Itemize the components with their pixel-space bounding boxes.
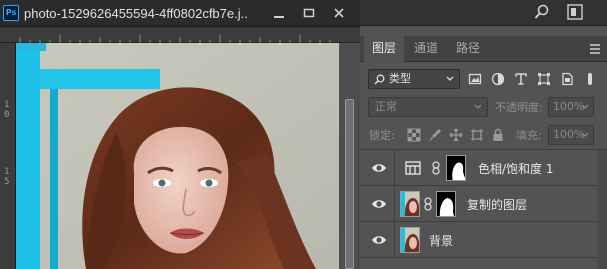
ruler-mark: 1 (4, 167, 10, 177)
layers-scrollbar[interactable] (598, 150, 607, 269)
minimize-icon (274, 16, 284, 18)
workspace-icon[interactable] (566, 3, 584, 21)
layers-panel: 图层 通道 路径 类型 正常 不透明度: 100% 锁定: 填充: 100% 色… (360, 26, 607, 269)
tab-channels[interactable]: 通道 (406, 36, 446, 62)
eye-icon[interactable] (371, 232, 387, 248)
ruler-mark: 5 (4, 177, 10, 187)
filter-toggle-icon[interactable] (586, 72, 594, 86)
panel-menu-icon[interactable] (589, 43, 601, 55)
lock-label: 锁定: (369, 129, 395, 142)
tab-layers[interactable]: 图层 (364, 36, 405, 63)
close-button[interactable] (324, 0, 354, 27)
blend-row: 正常 不透明度: 100% (360, 97, 607, 117)
search-icon (374, 74, 385, 85)
ruler-mark: 0 (4, 110, 10, 120)
canvas-vertical-scrollbar[interactable] (339, 43, 360, 269)
link-chain-icon[interactable] (424, 197, 432, 211)
layer-row[interactable]: 复制的图层 (360, 186, 607, 222)
lock-position-icon[interactable] (449, 128, 463, 142)
layer-thumbnail[interactable] (400, 191, 420, 217)
layer-thumbnail[interactable] (400, 227, 420, 253)
lock-transparent-pixels-icon[interactable] (407, 128, 421, 142)
horizontal-ruler[interactable] (0, 27, 360, 43)
document-window: Ps photo-1529626455594-4ff0802cfb7e.j...… (0, 0, 360, 269)
blend-mode-value: 正常 (375, 100, 397, 113)
eye-icon[interactable] (371, 196, 387, 212)
search-icon[interactable] (534, 4, 550, 20)
lock-image-pixels-icon[interactable] (428, 128, 442, 142)
options-bar-right (360, 0, 607, 26)
lock-all-icon[interactable] (491, 128, 505, 142)
lock-artboard-icon[interactable] (470, 128, 484, 142)
layer-filter-row: 类型 (360, 69, 607, 89)
shape-filter-icon[interactable] (537, 72, 551, 86)
opacity-label: 不透明度: (495, 101, 543, 114)
minimize-button[interactable] (264, 0, 294, 27)
divider (394, 222, 395, 258)
maximize-button[interactable] (294, 0, 324, 27)
ruler-mark: 1 (4, 100, 10, 110)
divider (394, 150, 395, 186)
chevron-down-icon (474, 104, 482, 109)
chevron-down-icon (581, 132, 589, 137)
layer-name[interactable]: 背景 (429, 232, 453, 249)
layer-row[interactable]: 色相/饱和度 1 (360, 150, 607, 186)
scrollbar-thumb[interactable] (345, 99, 354, 269)
layer-row[interactable]: 背景 (360, 222, 607, 258)
photoshop-app-icon: Ps (3, 5, 19, 21)
pixel-filter-icon[interactable] (468, 72, 482, 86)
layers-list: 色相/饱和度 1 复制的图层 背景 (360, 149, 607, 269)
ruler-ticks (19, 35, 331, 43)
document-titlebar[interactable]: Ps photo-1529626455594-4ff0802cfb7e.j... (0, 0, 360, 27)
lock-row: 锁定: 填充: 100% (360, 125, 607, 145)
portrait-thumbnail (401, 228, 419, 252)
mask-silhouette (439, 198, 455, 216)
hue-saturation-adjustment-icon (405, 161, 421, 175)
divider (394, 186, 395, 222)
layer-mask-thumbnail[interactable] (436, 191, 456, 217)
smart-object-filter-icon[interactable] (560, 72, 574, 86)
layer-mask-thumbnail[interactable] (446, 155, 466, 181)
layer-name[interactable]: 复制的图层 (467, 196, 527, 213)
fill-input[interactable]: 100% (548, 125, 594, 145)
portrait-image (16, 43, 339, 269)
filter-kind-value: 类型 (389, 72, 411, 85)
image-canvas[interactable] (16, 43, 339, 269)
chevron-down-icon (581, 104, 589, 109)
eye-icon[interactable] (371, 160, 387, 176)
blend-mode-select[interactable]: 正常 (368, 97, 488, 117)
chevron-down-icon (446, 76, 454, 81)
portrait-thumbnail (401, 192, 419, 216)
fill-value: 100% (553, 128, 585, 141)
filter-kind-select[interactable]: 类型 (368, 69, 460, 89)
vertical-ruler[interactable]: 1 0 1 5 (0, 43, 16, 269)
close-icon (334, 8, 344, 18)
panel-tab-bar: 图层 通道 路径 (360, 36, 607, 63)
adjustment-filter-icon[interactable] (491, 72, 505, 86)
type-filter-icon[interactable] (514, 72, 528, 86)
document-title: photo-1529626455594-4ff0802cfb7e.j... (24, 6, 249, 21)
mask-silhouette (452, 162, 465, 180)
layer-name[interactable]: 色相/饱和度 1 (478, 160, 554, 177)
fill-label: 填充: (516, 129, 542, 142)
tab-paths[interactable]: 路径 (448, 36, 488, 62)
link-chain-icon[interactable] (432, 161, 440, 175)
maximize-icon (303, 8, 315, 18)
opacity-value: 100% (553, 100, 585, 113)
opacity-input[interactable]: 100% (548, 97, 594, 117)
